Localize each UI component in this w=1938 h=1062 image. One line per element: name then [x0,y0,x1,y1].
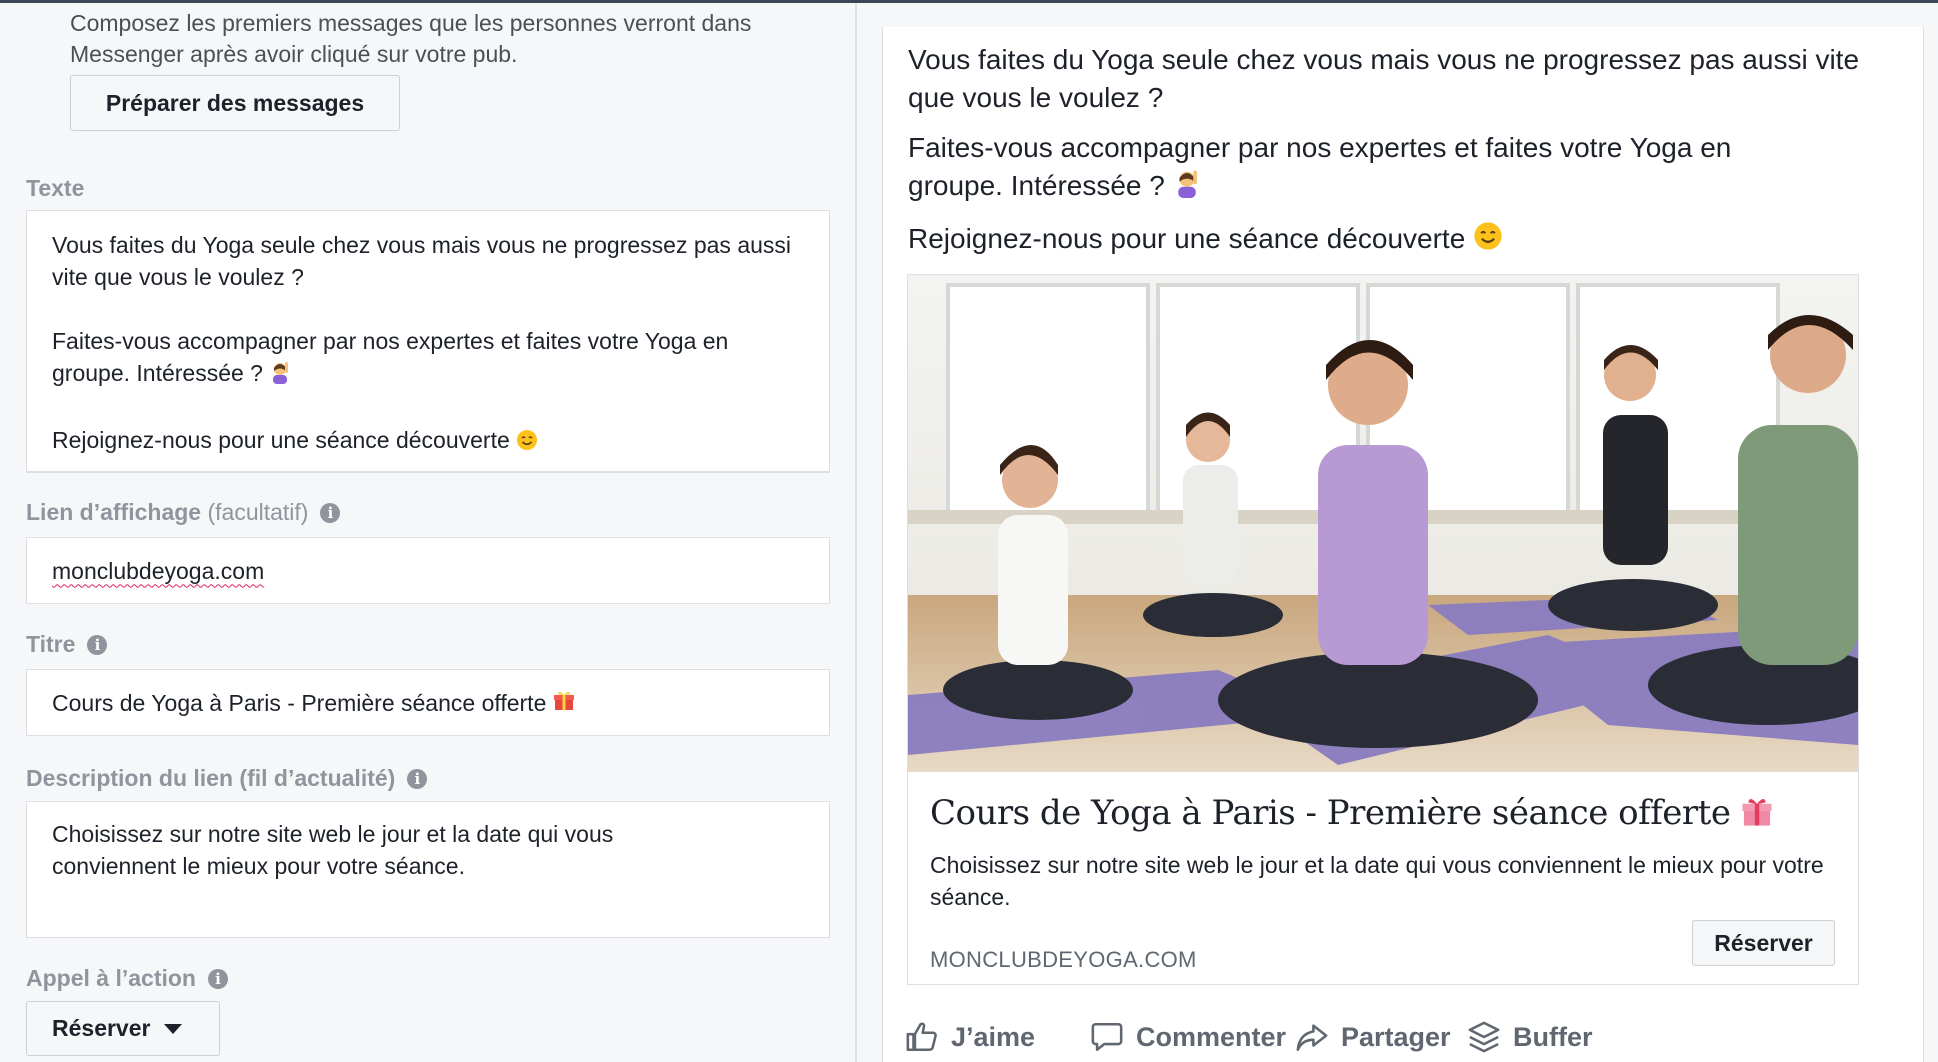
yoga-class-photo [908,275,1858,772]
gift-emoji [553,687,575,719]
texte-textarea[interactable]: Vous faites du Yoga seule chez vous mais… [26,210,830,473]
titre-input[interactable]: Cours de Yoga à Paris - Première séance … [26,669,830,736]
messenger-intro-text: Composez les premiers messages que les p… [70,10,752,67]
comment-button[interactable]: Commenter [1090,1012,1286,1062]
like-button[interactable]: J’aime [905,1012,1035,1062]
post-line: Faites-vous accompagner par nos expertes… [908,129,1828,208]
gift-emoji [1741,795,1773,836]
caret-down-icon [164,1023,183,1034]
ad-editor-panel: Composez les premiers messages que les p… [0,3,855,1062]
raising-hand-emoji [1173,168,1201,208]
titre-value: Cours de Yoga à Paris - Première séance … [52,689,547,716]
post-card: Vous faites du Yoga seule chez vous mais… [882,27,1924,1062]
lien-affichage-value: monclubdeyoga.com [52,557,265,584]
post-text: Vous faites du Yoga seule chez vous mais… [908,41,1898,273]
cta-dropdown[interactable]: Réserver [26,1001,220,1056]
post-line: Rejoignez-nous pour une séance découvert… [908,220,1898,261]
texte-line: Faites-vous accompagner par nos expertes… [52,325,772,392]
texte-line: Vous faites du Yoga seule chez vous mais… [52,232,792,290]
link-domain: MONCLUBDEYOGA.COM [930,947,1197,972]
titre-label: Titre i [26,631,108,658]
lien-affichage-input[interactable]: monclubdeyoga.com [26,537,830,604]
smiling-face-emoji [516,427,538,459]
ad-preview-panel: Vous faites du Yoga seule chez vous mais… [857,3,1938,1062]
info-icon[interactable]: i [207,969,228,989]
info-icon[interactable]: i [407,769,428,789]
post-line: Vous faites du Yoga seule chez vous mais… [908,44,1860,113]
texte-label: Texte [26,175,85,201]
buffer-button[interactable]: Buffer [1467,1012,1593,1062]
reserve-button[interactable]: Réserver [1692,920,1835,966]
link-preview-card[interactable]: Cours de Yoga à Paris - Première séance … [907,274,1859,985]
info-icon[interactable]: i [87,635,108,655]
cta-label: Appel à l’action i [26,965,228,992]
comment-icon [1091,1022,1123,1052]
info-icon[interactable]: i [320,503,341,523]
texte-line: Rejoignez-nous pour une séance découvert… [52,424,804,459]
description-value: Choisissez sur notre site web le jour et… [52,821,614,879]
description-textarea[interactable]: Choisissez sur notre site web le jour et… [26,801,830,938]
cta-value: Réserver [52,1015,151,1041]
smiling-face-emoji [1473,221,1503,261]
description-label: Description du lien (fil d’actualité) i [26,765,428,792]
thumbs-up-icon [906,1022,937,1052]
link-title[interactable]: Cours de Yoga à Paris - Première séance … [930,793,1773,836]
post-actions-bar: J’aime Commenter Partager Buffer [905,1012,1905,1062]
share-icon [1296,1024,1328,1052]
lien-affichage-label: Lien d’affichage (facultatif) i [26,499,341,526]
share-button[interactable]: Partager [1295,1012,1451,1062]
link-description: Choisissez sur notre site web le jour et… [930,852,1824,910]
buffer-icon [1468,1021,1500,1053]
raising-hand-emoji [269,360,291,392]
prepare-messages-button[interactable]: Préparer des messages [70,75,400,131]
